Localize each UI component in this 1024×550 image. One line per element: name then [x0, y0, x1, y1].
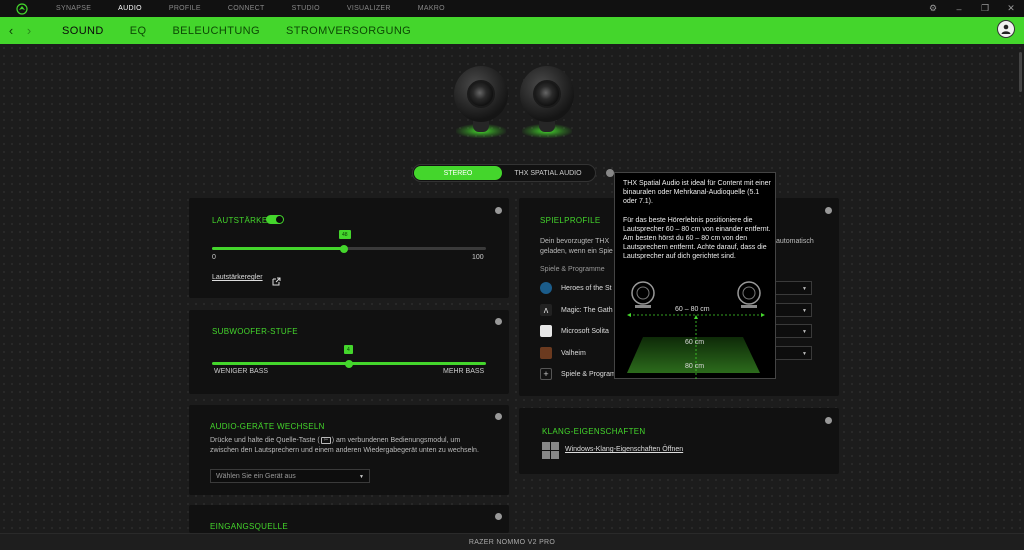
tooltip-distance-60: 60 cm	[685, 339, 705, 346]
scrollbar[interactable]	[1019, 52, 1022, 92]
game-profiles-desc-left2: geladen, wenn ein Spie	[540, 248, 613, 255]
device-name: RAZER NOMMO V2 PRO	[468, 538, 556, 546]
restore-icon[interactable]: ❐	[972, 0, 998, 17]
volume-panel: LAUTSTÄRKE 48 0 100 Lautstärkeregler	[189, 198, 509, 298]
thx-tooltip: THX Spatial Audio ist ideal für Content …	[614, 172, 776, 379]
volume-min-label: 0	[212, 254, 216, 261]
volume-value-badge: 48	[339, 230, 351, 239]
subwoofer-panel: SUBWOOFER-STUFE 4 WENIGER BASS MEHR BASS	[189, 310, 509, 394]
volume-toggle-switch[interactable]	[266, 215, 284, 224]
topnav-connect[interactable]: CONNECT	[228, 5, 265, 12]
tab-sound[interactable]: SOUND	[62, 25, 104, 37]
audio-mode-toggle: STEREO THX SPATIAL AUDIO	[412, 164, 596, 182]
topnav-profile[interactable]: PROFILE	[169, 5, 201, 12]
window-controls: ⚙ – ❐ ✕	[920, 0, 1024, 17]
thx-help-icon[interactable]	[606, 169, 614, 177]
minimize-icon[interactable]: –	[946, 0, 972, 17]
subwoofer-value-badge: 4	[344, 345, 353, 354]
volume-slider-thumb[interactable]	[340, 245, 348, 253]
audio-devices-title: AUDIO-GERÄTE WECHSELN	[210, 422, 325, 431]
game-profiles-title: SPIELPROFILE	[540, 216, 601, 225]
top-nav: SYNAPSE AUDIO PROFILE CONNECT STUDIO VIS…	[56, 5, 472, 12]
help-icon[interactable]	[825, 207, 832, 214]
game-profiles-desc-right: automatisch	[776, 238, 814, 245]
input-source-title: EINGANGSQUELLE	[210, 522, 289, 531]
subwoofer-title: SUBWOOFER-STUFE	[212, 327, 298, 336]
settings-gear-icon[interactable]: ⚙	[920, 0, 946, 17]
volume-slider-fill	[212, 247, 343, 250]
tooltip-para2: Für das beste Hörerlebnis positioniere d…	[623, 217, 771, 260]
tab-beleuchtung[interactable]: BELEUCHTUNG	[172, 25, 260, 37]
valheim-icon	[540, 347, 552, 359]
device-footer: RAZER NOMMO V2 PRO	[0, 533, 1024, 550]
games-subheading: Spiele & Programme	[540, 266, 605, 273]
tooltip-distance-80: 80 cm	[685, 363, 705, 370]
tooltip-para1: THX Spatial Audio ist ideal für Content …	[623, 180, 771, 205]
plus-icon: +	[540, 368, 552, 380]
sound-properties-title: KLANG-EIGENSCHAFTEN	[542, 427, 646, 436]
audio-devices-panel: AUDIO-GERÄTE WECHSELN Drücke und halte d…	[189, 405, 509, 495]
right-speaker-icon	[518, 66, 576, 138]
source-key-icon: ⇦	[320, 436, 331, 444]
external-link-icon[interactable]	[272, 273, 281, 291]
thx-spatial-audio-button[interactable]: THX SPATIAL AUDIO	[502, 166, 594, 180]
razer-logo-icon[interactable]	[0, 0, 44, 17]
sound-properties-panel: KLANG-EIGENSCHAFTEN Windows-Klang-Eigens…	[519, 408, 839, 474]
back-arrow-icon[interactable]: ‹	[4, 23, 18, 38]
input-source-panel: EINGANGSQUELLE	[189, 505, 509, 533]
subwoofer-max-label: MEHR BASS	[443, 368, 485, 375]
forward-arrow-icon[interactable]: ›	[22, 23, 36, 38]
volume-title: LAUTSTÄRKE	[212, 216, 268, 225]
close-icon[interactable]: ✕	[998, 0, 1024, 17]
topnav-makro[interactable]: MAKRO	[418, 5, 445, 12]
top-bar: SYNAPSE AUDIO PROFILE CONNECT STUDIO VIS…	[0, 0, 1024, 17]
user-avatar-icon[interactable]	[997, 20, 1015, 38]
topnav-studio[interactable]: STUDIO	[292, 5, 320, 12]
sub-nav: ‹ › SOUND EQ BELEUCHTUNG STROMVERSORGUNG	[0, 17, 1024, 44]
help-icon[interactable]	[825, 417, 832, 424]
subwoofer-slider-thumb[interactable]	[345, 360, 353, 368]
help-icon[interactable]	[495, 513, 502, 520]
volume-max-label: 100	[472, 254, 484, 261]
windows-icon	[542, 442, 559, 464]
tab-eq[interactable]: EQ	[130, 25, 147, 37]
help-icon[interactable]	[495, 318, 502, 325]
microsoft-solitaire-icon	[540, 325, 552, 337]
heroes-of-the-storm-icon	[540, 282, 552, 294]
tooltip-distance-horizontal: 60 – 80 cm	[675, 306, 710, 313]
speakers-image	[452, 66, 576, 138]
topnav-audio[interactable]: AUDIO	[118, 5, 142, 12]
topnav-visualizer[interactable]: VISUALIZER	[347, 5, 391, 12]
left-speaker-icon	[452, 66, 510, 138]
magic-the-gathering-icon: ᴧ	[540, 304, 552, 316]
audio-devices-description: Drücke und halte die Quelle-Taste (⇦) am…	[210, 436, 479, 454]
tab-stromversorgung[interactable]: STROMVERSORGUNG	[286, 25, 411, 37]
game-profiles-desc-left: Dein bevorzugter THX	[540, 238, 610, 245]
stereo-button[interactable]: STEREO	[414, 166, 502, 180]
help-icon[interactable]	[495, 207, 502, 214]
subwoofer-min-label: WENIGER BASS	[214, 368, 269, 375]
windows-sound-properties-link[interactable]: Windows-Klang-Eigenschaften Öffnen	[565, 446, 683, 453]
topnav-synapse[interactable]: SYNAPSE	[56, 5, 91, 12]
help-icon[interactable]	[495, 413, 502, 420]
device-select[interactable]: Wählen Sie ein Gerät aus ▼	[210, 469, 370, 483]
volume-mixer-link[interactable]: Lautstärkeregler	[212, 274, 263, 281]
chevron-down-icon: ▼	[359, 474, 364, 480]
